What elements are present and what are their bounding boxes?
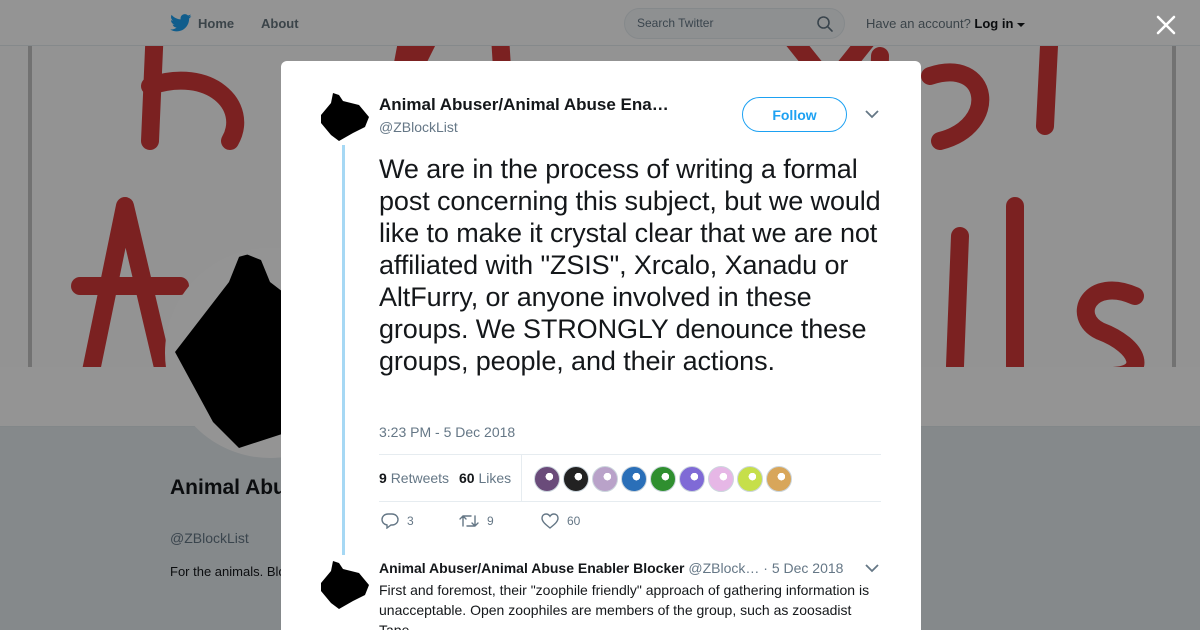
liker-avatar[interactable] xyxy=(563,466,589,492)
tweet-modal: Animal Abuser/Animal Abuse Ena… @ZBlockL… xyxy=(281,61,921,630)
follow-button[interactable]: Follow xyxy=(742,97,847,132)
tweet-text: We are in the process of writing a forma… xyxy=(379,154,881,376)
chevron-down-icon[interactable] xyxy=(865,563,879,573)
retweet-count: 9 xyxy=(487,514,494,528)
dog-head-logo-icon xyxy=(321,561,369,609)
stats-divider xyxy=(521,455,522,501)
chevron-down-icon[interactable] xyxy=(865,109,879,119)
like-count: 60 xyxy=(567,514,581,528)
heart-icon xyxy=(541,513,559,529)
liker-avatar[interactable] xyxy=(534,466,560,492)
retweets-count: 9 xyxy=(379,470,387,486)
tweet-author-name[interactable]: Animal Abuser/Animal Abuse Ena… xyxy=(379,95,699,115)
reply-header: Animal Abuser/Animal Abuse Enabler Block… xyxy=(379,560,879,576)
reply-action[interactable]: 3 xyxy=(381,513,414,529)
liker-avatar[interactable] xyxy=(679,466,705,492)
liker-avatar[interactable] xyxy=(708,466,734,492)
close-modal-button[interactable] xyxy=(1152,11,1180,39)
liker-avatar[interactable] xyxy=(766,466,792,492)
liker-avatar[interactable] xyxy=(737,466,763,492)
likes-label: Likes xyxy=(478,470,512,486)
dog-head-logo-icon xyxy=(321,93,369,141)
tweet-author-handle[interactable]: @ZBlockList xyxy=(379,119,458,135)
reply-count: 3 xyxy=(407,514,414,528)
tweet-author-avatar[interactable] xyxy=(319,91,371,143)
likes-stat[interactable]: 60 Likes xyxy=(459,470,511,486)
liker-avatars xyxy=(534,466,792,492)
reply-date[interactable]: · 5 Dec 2018 xyxy=(763,560,843,576)
likes-count: 60 xyxy=(459,470,475,486)
reply-author-avatar[interactable] xyxy=(319,559,371,611)
retweets-label: Retweets xyxy=(390,470,450,486)
retweets-stat[interactable]: 9 Retweets xyxy=(379,470,449,486)
tweet-stats: 9 Retweets 60 Likes xyxy=(379,454,881,502)
retweet-icon xyxy=(459,515,479,527)
retweet-action[interactable]: 9 xyxy=(459,513,494,529)
thread-line xyxy=(342,145,345,555)
close-icon xyxy=(1156,15,1176,35)
liker-avatar[interactable] xyxy=(650,466,676,492)
reply-author-handle[interactable]: @ZBlock… xyxy=(688,560,759,576)
reply-icon xyxy=(381,513,399,529)
liker-avatar[interactable] xyxy=(621,466,647,492)
reply-author-name[interactable]: Animal Abuser/Animal Abuse Enabler Block… xyxy=(379,560,685,576)
like-action[interactable]: 60 xyxy=(541,513,580,529)
reply-text: First and foremost, their "zoophile frie… xyxy=(379,582,870,630)
liker-avatar[interactable] xyxy=(592,466,618,492)
tweet-timestamp[interactable]: 3:23 PM - 5 Dec 2018 xyxy=(379,424,515,440)
